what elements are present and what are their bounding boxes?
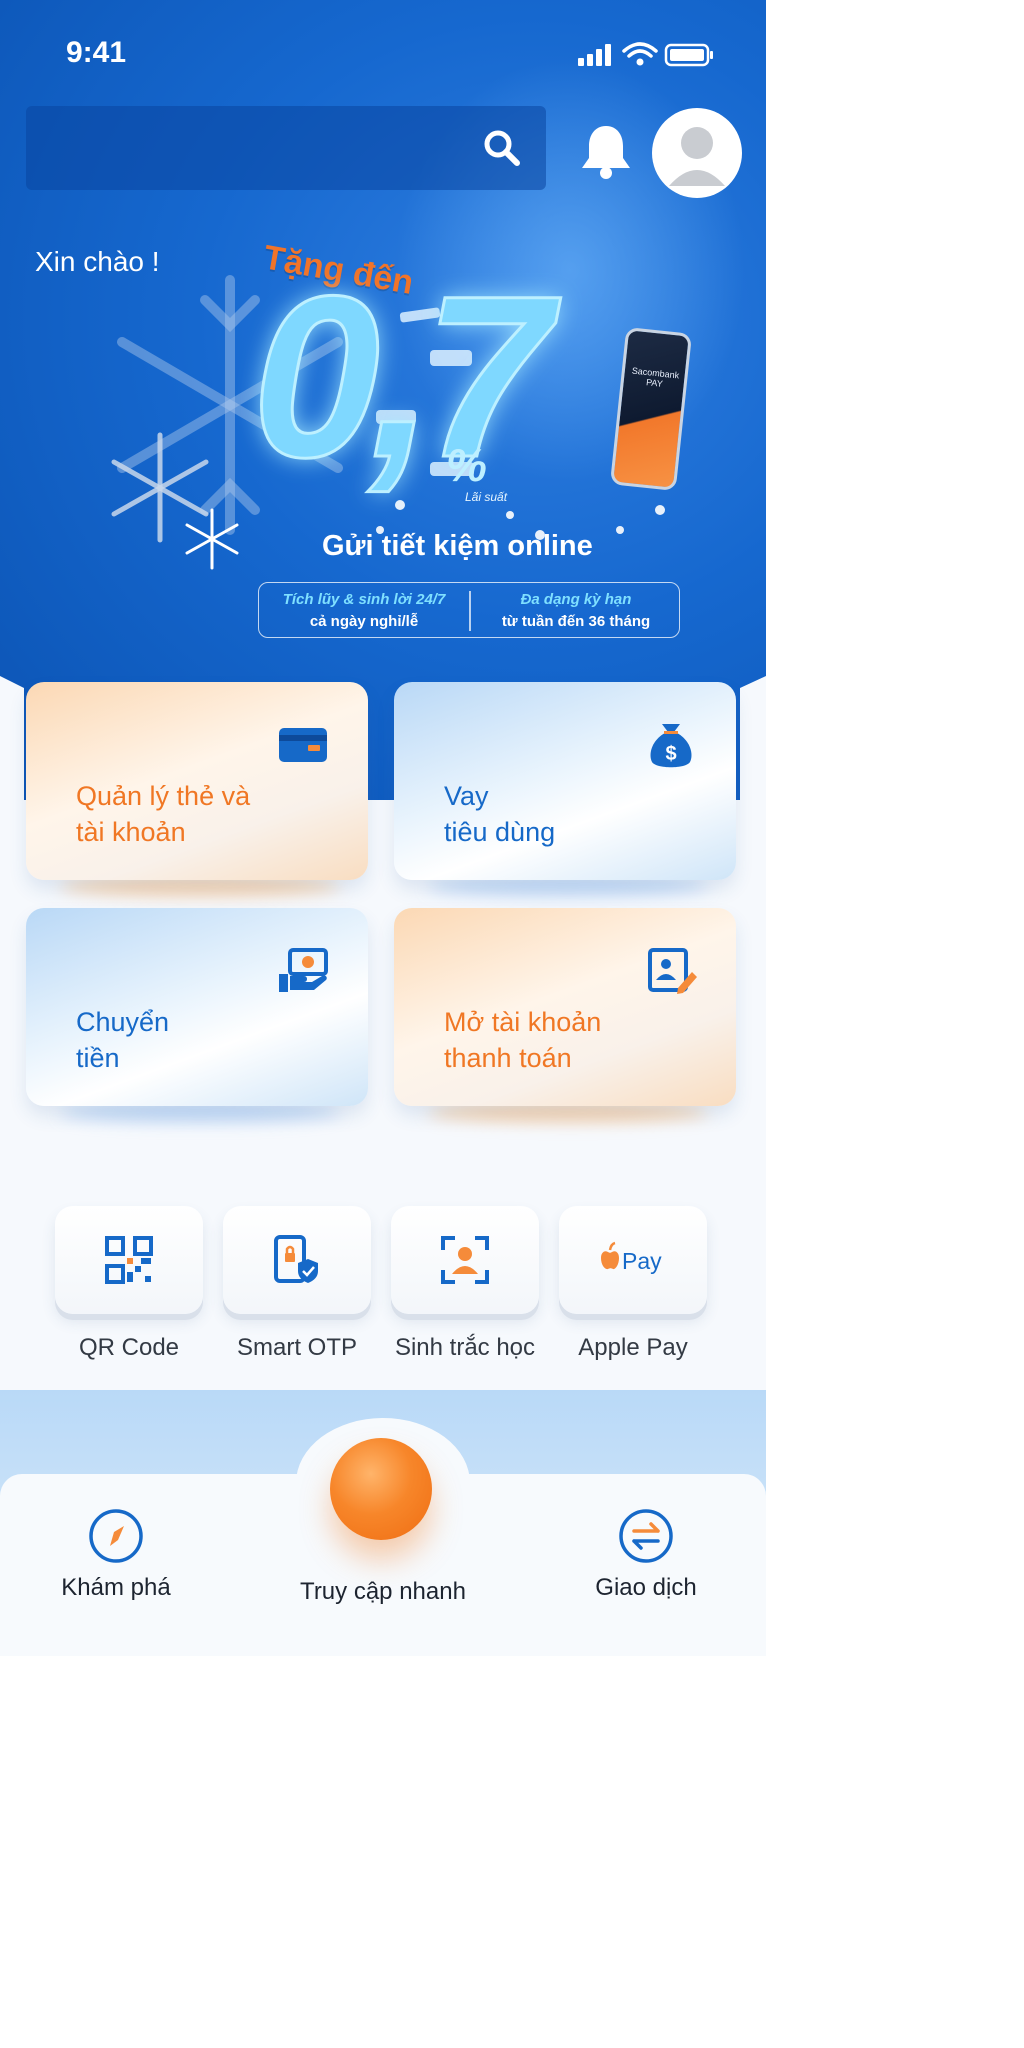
transaction-icon bbox=[619, 1509, 673, 1563]
quick-action-label: Smart OTP bbox=[236, 1334, 357, 1361]
compass-icon bbox=[89, 1509, 143, 1563]
card-label: Vay bbox=[444, 781, 489, 811]
promo-feature: Đa dạng kỳ hạn từ tuần đến 36 tháng bbox=[501, 591, 651, 630]
quick-action-label: Sinh trắc học bbox=[394, 1334, 536, 1361]
card-manage-card-account[interactable]: Quản lý thẻ và tài khoản bbox=[26, 682, 368, 880]
card-label: thanh toán bbox=[444, 1043, 572, 1073]
user-avatar-icon bbox=[669, 127, 725, 186]
wifi-icon bbox=[622, 42, 658, 58]
nav-label: Truy cập nhanh bbox=[300, 1578, 466, 1605]
card-label: tiền bbox=[76, 1043, 120, 1073]
promo-features: Tích lũy & sinh lời 24/7 cả ngày nghỉ/lễ… bbox=[258, 582, 680, 638]
promo-rate-unit: % bbox=[446, 439, 487, 491]
svg-text:$: $ bbox=[665, 743, 676, 765]
nav-item-transactions[interactable]: Giao dịch bbox=[546, 1508, 746, 1602]
status-time: 9:41 bbox=[66, 36, 127, 69]
card-label: tiêu dùng bbox=[444, 817, 556, 847]
card-open-payment-account[interactable]: Mở tài khoản thanh toán bbox=[394, 908, 736, 1106]
card-transfer-money[interactable]: Chuyển tiền bbox=[26, 908, 368, 1106]
svg-text:Pay: Pay bbox=[622, 1248, 662, 1274]
promo-rate-note: Lãi suất bbox=[465, 490, 508, 504]
avatar[interactable] bbox=[652, 108, 742, 198]
smart-otp-icon bbox=[274, 1235, 318, 1283]
card-icon bbox=[279, 728, 327, 762]
qr-code-icon bbox=[105, 1236, 153, 1284]
card-label: Chuyển bbox=[76, 1007, 170, 1037]
promo-feature: Tích lũy & sinh lời 24/7 cả ngày nghỉ/lễ bbox=[282, 591, 446, 630]
money-bag-icon: $ bbox=[650, 724, 692, 768]
card-consumer-loan[interactable]: $ Vay tiêu dùng bbox=[394, 682, 736, 880]
card-label: Quản lý thẻ và bbox=[76, 781, 251, 811]
search-bar[interactable] bbox=[26, 106, 546, 190]
quick-action-label: Apple Pay bbox=[578, 1334, 688, 1361]
signal-icon bbox=[578, 44, 611, 66]
quick-access-icon[interactable] bbox=[330, 1438, 432, 1540]
nav-label: Giao dịch bbox=[595, 1574, 697, 1601]
face-scan-icon bbox=[441, 1236, 489, 1284]
battery-icon bbox=[664, 43, 713, 67]
promo-title: Gửi tiết kiệm online bbox=[322, 530, 593, 562]
status-icons bbox=[578, 42, 713, 67]
quick-action-label: QR Code bbox=[78, 1334, 180, 1361]
nav-label: Khám phá bbox=[61, 1574, 171, 1601]
search-icon[interactable] bbox=[480, 126, 524, 170]
edit-account-icon bbox=[648, 948, 697, 994]
quick-action-qr-code[interactable]: QR Code bbox=[54, 1206, 204, 1362]
nav-item-quick-access[interactable]: Truy cập nhanh bbox=[283, 1568, 483, 1606]
app-screen: 9:41 Xin chào ! Tặng đến 0,7 % Lãi suất … bbox=[0, 0, 766, 1656]
apple-pay-icon: Pay bbox=[601, 1241, 662, 1274]
card-label: tài khoản bbox=[76, 817, 186, 847]
transfer-money-icon bbox=[279, 948, 328, 992]
quick-action-apple-pay[interactable]: Pay Apple Pay bbox=[558, 1206, 708, 1362]
notification-bell-icon[interactable] bbox=[578, 122, 634, 182]
quick-action-smart-otp[interactable]: Smart OTP bbox=[222, 1206, 372, 1362]
quick-action-biometrics[interactable]: Sinh trắc học bbox=[390, 1206, 540, 1362]
card-label: Mở tài khoản bbox=[444, 1007, 602, 1037]
nav-item-explore[interactable]: Khám phá bbox=[16, 1508, 216, 1602]
